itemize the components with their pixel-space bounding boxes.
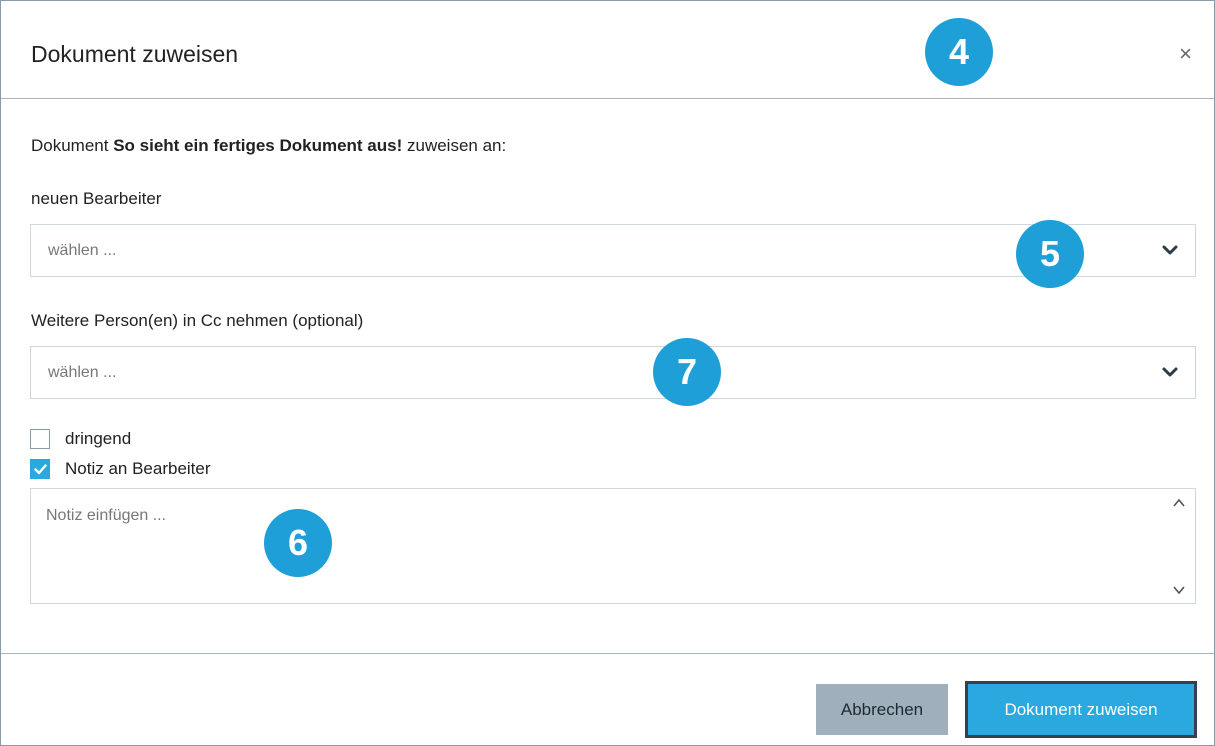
assign-document-dialog: Dokument zuweisen × Dokument So sieht ei… — [0, 0, 1215, 746]
assign-document-button[interactable]: Dokument zuweisen — [965, 681, 1197, 738]
chevron-down-icon[interactable] — [1161, 241, 1179, 259]
assignee-placeholder: wählen ... — [48, 242, 117, 259]
callout-badge-6: 6 — [264, 509, 332, 577]
chevron-down-icon[interactable] — [1171, 583, 1187, 597]
cc-select[interactable]: wählen ... — [30, 346, 1196, 399]
dialog-footer: Abbrechen Dokument zuweisen — [1, 653, 1214, 745]
assign-intro-text: Dokument So sieht ein fertiges Dokument … — [31, 136, 506, 156]
intro-prefix: Dokument — [31, 136, 114, 155]
chevron-up-icon[interactable] — [1171, 496, 1187, 510]
callout-badge-4: 4 — [925, 18, 993, 86]
note-checkbox[interactable] — [30, 459, 50, 479]
document-name: So sieht ein fertiges Dokument aus! — [113, 136, 403, 155]
assignee-label: neuen Bearbeiter — [31, 189, 162, 208]
cc-placeholder: wählen ... — [48, 364, 117, 381]
chevron-down-icon[interactable] — [1161, 363, 1179, 381]
cancel-button[interactable]: Abbrechen — [816, 684, 948, 735]
checkmark-icon — [34, 464, 47, 475]
callout-badge-7: 7 — [653, 338, 721, 406]
note-label: Notiz an Bearbeiter — [65, 459, 211, 478]
callout-badge-5: 5 — [1016, 220, 1084, 288]
dialog-header: Dokument zuweisen × — [1, 1, 1214, 99]
urgent-checkbox[interactable] — [30, 429, 50, 449]
note-placeholder: Notiz einfügen ... — [46, 507, 167, 524]
cc-label: Weitere Person(en) in Cc nehmen (optiona… — [31, 311, 364, 330]
note-textarea[interactable]: Notiz einfügen ... — [30, 488, 1196, 604]
urgent-label: dringend — [65, 429, 132, 448]
dialog-title: Dokument zuweisen — [31, 41, 239, 67]
close-icon[interactable]: × — [1179, 43, 1192, 65]
intro-suffix: zuweisen an: — [402, 136, 507, 155]
